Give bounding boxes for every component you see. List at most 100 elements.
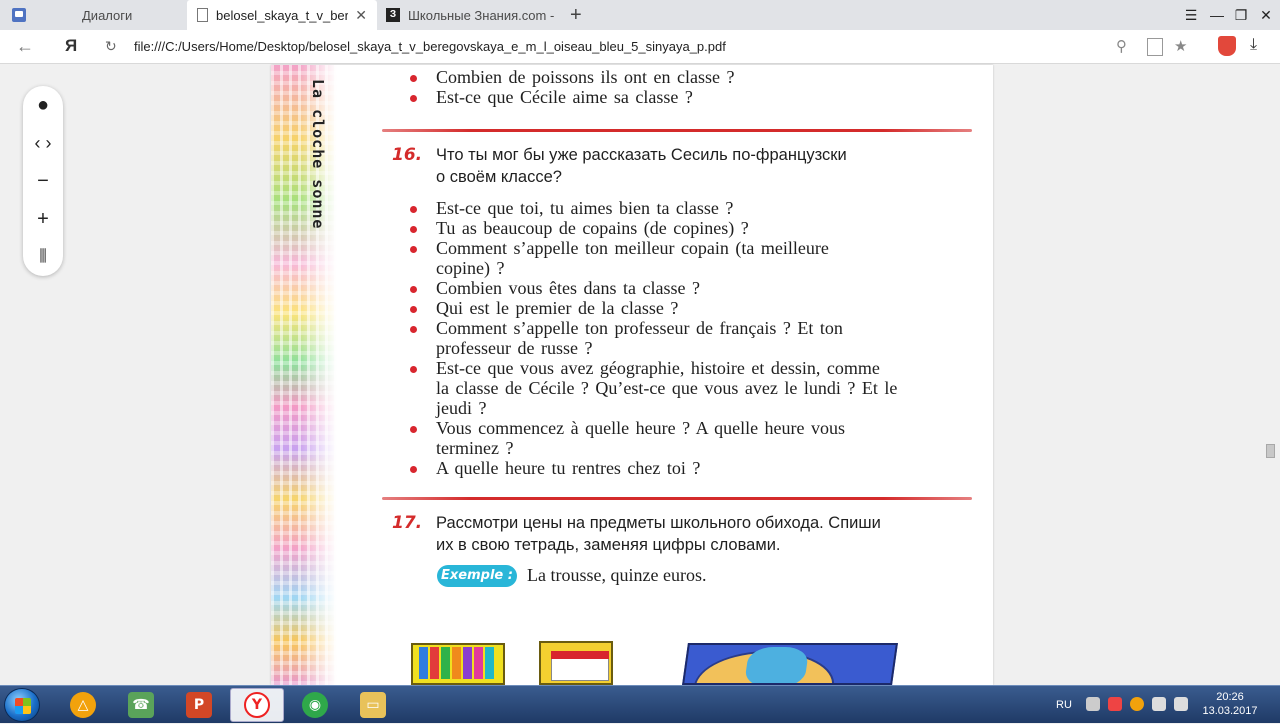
taskbar-app-explorer[interactable]: ▭	[346, 688, 400, 722]
taskbar-app-radio[interactable]: ◉	[288, 688, 342, 722]
question-line: la classe de Cécile ? Qu’est-ce que vous…	[436, 378, 898, 398]
zoom-icon[interactable]: ⚲	[1116, 37, 1127, 55]
taskbar-app-yandex-browser[interactable]: Y	[230, 688, 284, 722]
bullet-icon	[410, 75, 417, 82]
pdf-zoom-controls: ● ‹ › − + ⫼	[23, 86, 63, 276]
question-line: Tu as beaucoup de copains (de copines) ?	[436, 218, 749, 238]
question-line: Est-ce que toi, tu aimes bien ta classe …	[436, 198, 734, 218]
minimize-button[interactable]: —	[1204, 0, 1230, 30]
taskbar-app-phone[interactable]: ☎	[114, 688, 168, 722]
yandex-browser-icon: Y	[244, 692, 270, 718]
question-line: Est-ce que Cécile aime sa classe ?	[436, 87, 693, 107]
fit-page-icon[interactable]: ⫼	[23, 238, 63, 276]
notebook-illustration	[539, 641, 613, 685]
start-button[interactable]	[4, 688, 40, 722]
bullet-icon	[410, 466, 417, 473]
bullet-icon	[410, 306, 417, 313]
question-line: A quelle heure tu rentres chez toi ?	[436, 458, 701, 478]
address-bar: ← Я ↻ file:///C:/Users/Home/Desktop/belo…	[0, 30, 1280, 64]
bullet-icon	[410, 326, 417, 333]
tab-label: belosel_skaya_t_v_beregovskaya	[216, 7, 348, 23]
exercise-number: 17.	[392, 513, 423, 533]
question-line: Est-ce que vous avez géographie, histoir…	[436, 358, 880, 378]
bullet-icon	[410, 286, 417, 293]
example-text: La trousse, quinze euros.	[527, 565, 707, 585]
page-nav-arrows-icon[interactable]: ‹ ›	[23, 124, 63, 162]
tab-label: Школьные Знания.com - Ре	[408, 7, 558, 23]
monitor-tray-icon[interactable]	[1152, 697, 1166, 711]
pdf-page: La cloche sonne Combien de poissons ils …	[271, 65, 993, 685]
network-warning-icon[interactable]	[1108, 697, 1122, 711]
bullet-icon	[410, 206, 417, 213]
question-line: copine) ?	[436, 258, 505, 278]
menu-icon[interactable]: ☰	[1178, 0, 1204, 30]
question-line: Combien vous êtes dans ta classe ?	[436, 278, 700, 298]
exercise-number: 16.	[392, 145, 423, 165]
zoom-in-icon[interactable]: +	[23, 200, 63, 238]
side-title: La cloche sonne	[309, 79, 327, 230]
world-map-illustration	[682, 643, 898, 685]
exercise-task: Рассмотри цены на предметы школьного оби…	[436, 514, 881, 532]
volume-icon[interactable]	[1174, 697, 1188, 711]
folder-icon: ▭	[360, 692, 386, 718]
section-divider	[382, 129, 972, 132]
bullet-icon	[410, 95, 417, 102]
tab-bar: Диалоги belosel_skaya_t_v_beregovskaya ✕…	[0, 0, 1280, 30]
radio-icon: ◉	[302, 692, 328, 718]
yandex-logo[interactable]: Я	[65, 36, 77, 56]
reload-icon[interactable]: ↻	[105, 38, 117, 55]
pencil-box-illustration	[411, 643, 505, 685]
tab-znanija[interactable]: З Школьные Знания.com - Ре	[378, 0, 563, 30]
new-tab-button[interactable]: +	[570, 4, 582, 27]
page-side-decoration	[271, 65, 337, 685]
bullet-icon	[410, 426, 417, 433]
tray-arrow-icon[interactable]	[1086, 697, 1100, 711]
znanija-icon: З	[386, 8, 400, 22]
language-indicator[interactable]: RU	[1056, 686, 1072, 724]
tab-pdf[interactable]: belosel_skaya_t_v_beregovskaya ✕	[187, 0, 377, 30]
system-clock[interactable]: 20:26 13.03.2017	[1200, 690, 1260, 718]
tab-label: Диалоги	[82, 7, 133, 23]
taskbar-app-avast[interactable]: △	[56, 688, 110, 722]
exercise-task: Что ты мог бы уже рассказать Сесиль по-ф…	[436, 146, 847, 164]
back-arrow-icon[interactable]: ←	[16, 36, 34, 57]
avast-tray-icon[interactable]	[1130, 697, 1144, 711]
question-line: Comment s’appelle ton meilleur copain (t…	[436, 238, 829, 258]
question-line: Qui est le premier de la classe ?	[436, 298, 679, 318]
question-line: Vous commencez à quelle heure ? A quelle…	[436, 418, 846, 438]
download-icon[interactable]: ⤓	[1250, 36, 1257, 54]
bullet-icon	[410, 226, 417, 233]
phone-icon: ☎	[128, 692, 154, 718]
bullet-icon	[410, 246, 417, 253]
protect-shield-icon[interactable]	[1218, 36, 1236, 56]
restore-button[interactable]: ❐	[1228, 0, 1254, 30]
dot-icon[interactable]: ●	[23, 86, 63, 124]
windows-taskbar: △ ☎ P Y ◉ ▭ RU 20:26 13.03.2017	[0, 685, 1280, 723]
url-field[interactable]: file:///C:/Users/Home/Desktop/belosel_sk…	[134, 39, 726, 54]
powerpoint-icon: P	[186, 692, 212, 718]
section-divider	[382, 497, 972, 500]
question-line: Combien de poissons ils ont en classe ?	[436, 67, 735, 87]
close-window-button[interactable]: ✕	[1253, 0, 1279, 30]
close-tab-icon[interactable]: ✕	[355, 7, 367, 24]
question-line: Comment s’appelle ton professeur de fran…	[436, 318, 843, 338]
exercise-task: их в свою тетрадь, заменяя цифры словами…	[436, 536, 781, 554]
avast-icon: △	[70, 692, 96, 718]
dialogs-icon	[12, 8, 26, 22]
question-line: professeur de russe ?	[436, 338, 593, 358]
clock-time: 20:26	[1216, 691, 1244, 703]
scrollbar-thumb[interactable]	[1266, 444, 1275, 458]
windows-logo-icon	[15, 698, 31, 714]
example-badge: Exemple :	[437, 565, 517, 587]
bullet-icon	[410, 366, 417, 373]
exercise-task: о своём классе?	[436, 168, 562, 186]
reader-mode-icon[interactable]	[1147, 38, 1163, 56]
question-line: terminez ?	[436, 438, 514, 458]
bookmark-star-icon[interactable]: ★	[1174, 37, 1187, 55]
document-icon	[197, 8, 208, 22]
taskbar-app-powerpoint[interactable]: P	[172, 688, 226, 722]
tab-dialogs[interactable]: Диалоги	[0, 0, 186, 30]
question-line: jeudi ?	[436, 398, 487, 418]
zoom-out-icon[interactable]: −	[23, 162, 63, 200]
clock-date: 13.03.2017	[1202, 705, 1258, 717]
